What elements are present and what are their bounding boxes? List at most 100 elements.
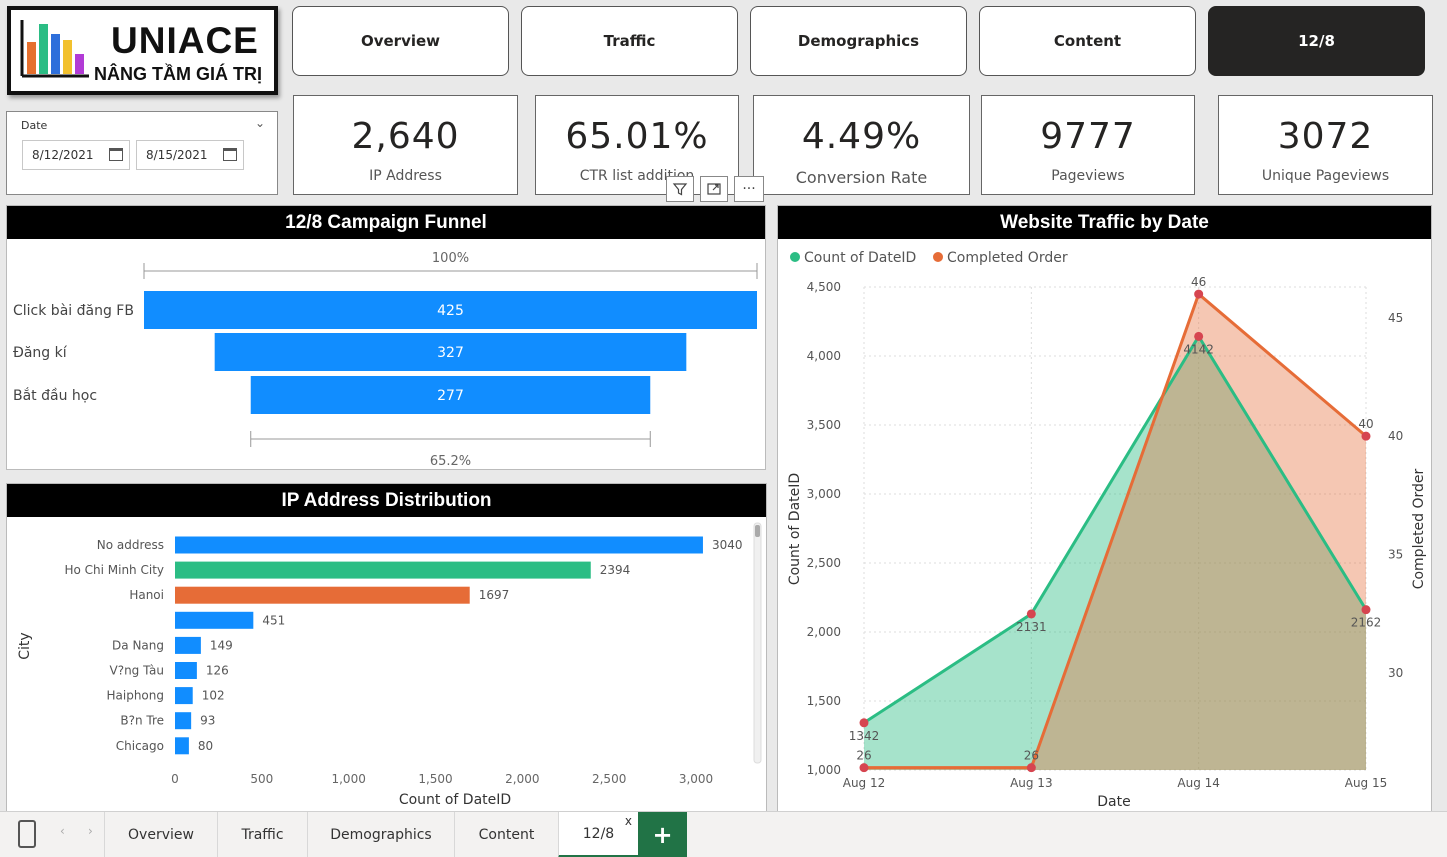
ip-bar [175,536,703,554]
ip-category-label: Hanoi [129,588,164,602]
more-options-icon[interactable]: ··· [734,176,764,202]
traffic-data-label-count: 4142 [1183,342,1214,356]
ip-value-label: 93 [200,714,215,728]
ip-value-label: 451 [262,613,285,627]
ip-bar [175,636,201,654]
ip-x-tick-label: 0 [171,772,179,786]
funnel-category-label: Bắt đầu học [13,387,97,404]
traffic-x-tick-label: Aug 12 [843,776,886,790]
calendar-icon[interactable] [109,148,123,161]
ip-bar [175,561,591,579]
traffic-y2-tick-label: 30 [1388,666,1403,680]
mobile-layout-icon[interactable] [18,820,36,848]
ip-category-label: Ho Chi Minh City [64,563,164,577]
tab-demographics[interactable]: Demographics [307,812,454,857]
kpi-label: Conversion Rate [795,168,928,187]
ip-category-label: Haiphong [107,689,165,703]
nav-12-8-button[interactable]: 12/8 [1208,6,1425,76]
ip-value-label: 126 [206,664,229,678]
tab-overview[interactable]: Overview [104,812,217,857]
kpi-value: 2,640 [351,116,460,157]
traffic-x-tick-label: Aug 13 [1010,776,1053,790]
nav-content-button[interactable]: Content [979,6,1196,76]
traffic-data-label-count: 2131 [1016,620,1047,634]
traffic-point-count [1194,331,1204,341]
ip-value-label: 102 [202,689,225,703]
traffic-panel: Website Traffic by Date 1,000 1,500 2,000 2… [777,205,1432,813]
kpi-card-conversion-rate: 4.49% Conversion Rate [753,95,970,195]
kpi-label: Pageviews [1051,168,1125,184]
ip-category-label: Da Nang [112,638,164,652]
traffic-chart: 1,000 1,500 2,000 2,500 3,000 3,500 4,000 4,500… [787,250,1427,810]
traffic-data-label-completed: 46 [1191,275,1206,289]
traffic-x-axis-title: Date [1097,794,1130,810]
traffic-y-tick-label: 1,500 [807,694,841,708]
traffic-legend-label: Completed Order [947,250,1068,266]
kpi-value: 4.49% [801,116,922,157]
ip-distribution-title: IP Address Distribution [7,484,766,517]
ip-value-label: 1697 [479,588,510,602]
funnel-chart: 100% 425 Click bài đăng FB 327 Đăng kí 277 Bắt… [13,251,758,469]
ip-distribution-chart: 3040 No address 2394 Ho Chi Minh City 1697 Ha… [17,522,762,808]
kpi-value: 65.01% [565,116,709,157]
traffic-data-label-completed: 26 [856,749,871,763]
traffic-legend-marker [933,252,943,262]
tab-12-8[interactable]: 12/8 x [558,812,638,857]
traffic-y2-tick-label: 40 [1388,429,1403,443]
kpi-label: Unique Pageviews [1261,168,1390,184]
nav-demographics-button[interactable]: Demographics [750,6,967,76]
funnel-title: 12/8 Campaign Funnel [7,206,765,239]
logo-bars-icon [20,20,89,78]
ip-bar [175,611,254,629]
traffic-point-count [1361,605,1371,615]
tab-traffic[interactable]: Traffic [217,812,307,857]
ip-value-label: 3040 [712,538,743,552]
kpi-value: 3072 [1277,116,1374,157]
traffic-data-label-count: 2162 [1351,616,1382,630]
close-tab-icon[interactable]: x [625,814,632,828]
ip-x-tick-label: 1,000 [331,772,365,786]
chevron-right-icon[interactable]: › [88,824,93,838]
add-page-button[interactable]: + [638,812,687,857]
page-tab-bar: ‹ › Overview Traffic Demographics Conten… [0,811,1447,857]
ip-x-axis-title: Count of DateID [399,792,511,808]
start-date-input[interactable]: 8/12/2021 [22,140,130,170]
funnel-bottom-label: 65.2% [430,454,471,469]
nav-traffic-button[interactable]: Traffic [521,6,738,76]
ip-value-label: 149 [210,638,233,652]
ip-category-label: B?n Tre [120,714,164,728]
start-date-value: 8/12/2021 [32,148,94,162]
ip-scrollbar-thumb [755,525,760,537]
chevron-down-icon[interactable]: ⌄ [255,116,265,130]
funnel-panel: 12/8 Campaign Funnel 100% 425 Click bài đă… [6,205,766,470]
traffic-y-tick-label: 2,500 [807,556,841,570]
logo-subtitle: NÂNG TẦM GIÁ TRỊ [94,64,262,84]
ip-bar [175,712,192,730]
end-date-value: 8/15/2021 [146,148,208,162]
end-date-input[interactable]: 8/15/2021 [136,140,244,170]
calendar-icon[interactable] [223,148,237,161]
ip-category-label: V?ng Tàu [109,664,164,678]
ip-value-label: 2394 [600,563,631,577]
traffic-point-completed [1026,763,1036,773]
logo: UNIACE NÂNG TẦM GIÁ TRỊ [7,6,278,95]
chevron-left-icon[interactable]: ‹ [60,824,65,838]
kpi-card-pageviews: 9777 Pageviews [981,95,1195,195]
traffic-y-tick-label: 4,000 [807,349,841,363]
nav-overview-button[interactable]: Overview [292,6,509,76]
ip-scrollbar [753,522,762,764]
tab-content[interactable]: Content [454,812,558,857]
date-slicer: Date ⌄ 8/12/2021 8/15/2021 [6,111,278,195]
focus-mode-icon[interactable] [700,176,728,202]
logo-title: UNIACE [111,20,259,61]
traffic-y-tick-label: 1,000 [807,763,841,777]
traffic-y-tick-label: 3,500 [807,418,841,432]
traffic-y2-tick-label: 45 [1388,311,1403,325]
traffic-x-tick-label: Aug 15 [1345,776,1388,790]
traffic-point-completed [859,763,869,773]
traffic-y-axis-title: Count of DateID [787,473,803,585]
funnel-value-label: 327 [437,345,464,361]
ip-x-tick-label: 3,000 [679,772,713,786]
traffic-y-tick-label: 4,500 [807,280,841,294]
filter-icon[interactable] [666,176,694,202]
